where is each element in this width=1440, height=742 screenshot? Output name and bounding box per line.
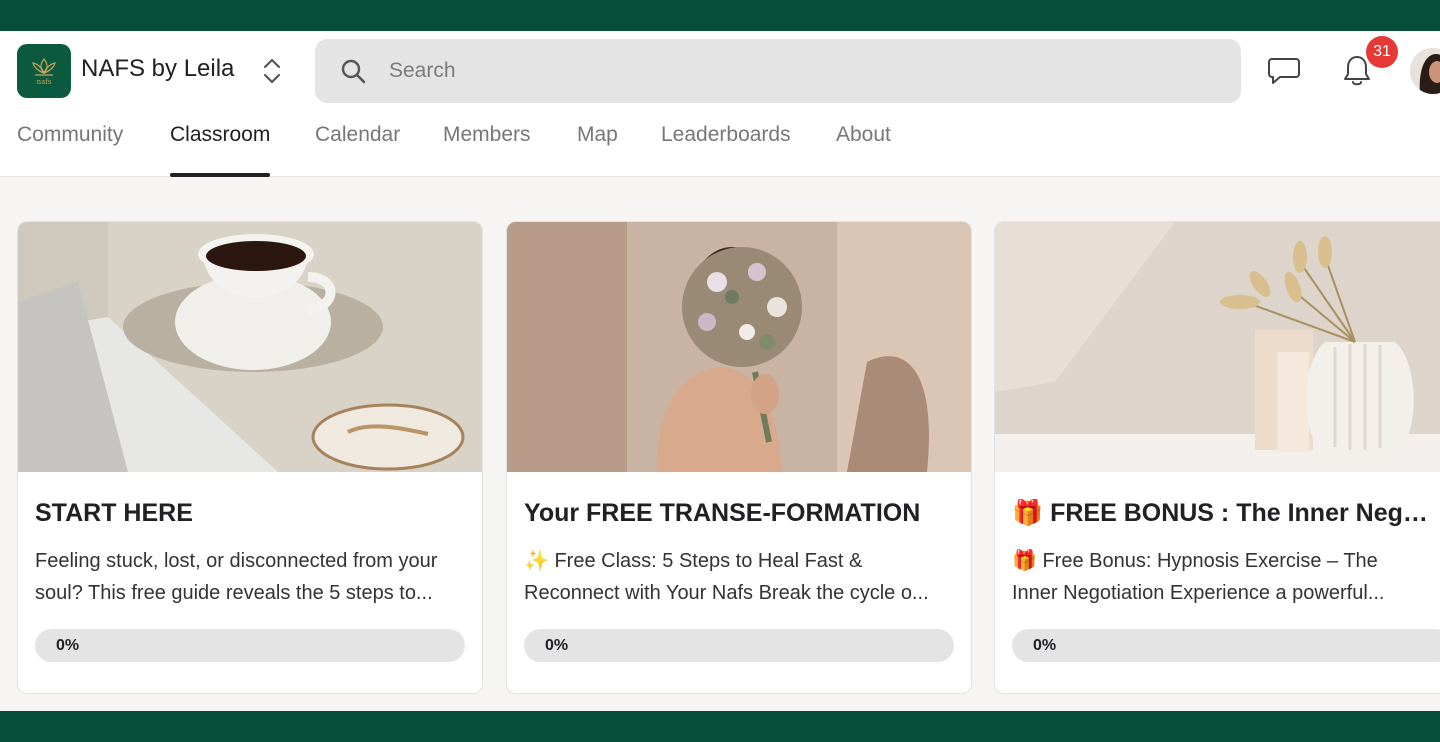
course-progress-bar: 0% <box>35 629 465 662</box>
coffee-cup-image <box>18 222 482 472</box>
course-card-free-bonus[interactable]: 🎁 FREE BONUS : The Inner Negot... 🎁 Free… <box>994 221 1440 694</box>
course-description-line: Reconnect with Your Nafs Break the cycle… <box>524 582 929 604</box>
course-progress-bar: 0% <box>524 629 954 662</box>
tab-leaderboards[interactable]: Leaderboards <box>661 123 791 177</box>
user-photo <box>1410 48 1440 94</box>
user-avatar[interactable] <box>1410 48 1440 94</box>
course-description: 🎁 Free Bonus: Hypnosis Exercise – The In… <box>1012 545 1422 609</box>
tab-classroom[interactable]: Classroom <box>170 123 271 177</box>
course-title: 🎁 FREE BONUS : The Inner Negot... <box>1012 499 1437 527</box>
bottom-frame-band <box>0 711 1440 742</box>
community-name[interactable]: NAFS by Leila <box>81 55 234 83</box>
course-card-free-transe-formation[interactable]: Your FREE TRANSE-FORMATION ✨ Free Class:… <box>506 221 972 694</box>
chat-icon[interactable] <box>1267 55 1301 87</box>
course-description-line: ✨ Free Class: 5 Steps to Heal Fast & <box>524 550 863 572</box>
search-input[interactable] <box>389 59 1209 83</box>
course-description-line: soul? This free guide reveals the 5 step… <box>35 582 433 604</box>
header: nafs NAFS by Leila 31 Community Classroo… <box>0 31 1440 177</box>
tab-about[interactable]: About <box>836 123 891 177</box>
course-card-start-here[interactable]: START HERE Feeling stuck, lost, or disco… <box>17 221 483 694</box>
course-progress-bar: 0% <box>1012 629 1440 662</box>
classroom-tabs: Community Classroom Calendar Members Map… <box>0 123 1000 177</box>
tab-members[interactable]: Members <box>443 123 531 177</box>
chevron-up-down-icon[interactable] <box>260 55 284 87</box>
notification-count-badge: 31 <box>1366 36 1398 68</box>
svg-text:nafs: nafs <box>37 78 52 86</box>
tab-map[interactable]: Map <box>577 123 618 177</box>
woman-flowers-image <box>507 222 971 472</box>
course-progress-label: 0% <box>56 637 80 654</box>
course-description-line: Feeling stuck, lost, or disconnected fro… <box>35 550 438 572</box>
course-description: Feeling stuck, lost, or disconnected fro… <box>35 545 467 609</box>
course-progress-label: 0% <box>545 637 569 654</box>
dried-flowers-vase-image <box>995 222 1440 472</box>
search-icon <box>341 59 366 84</box>
top-frame-band <box>0 0 1440 31</box>
course-description: ✨ Free Class: 5 Steps to Heal Fast & Rec… <box>524 545 956 609</box>
lotus-icon: nafs <box>32 58 56 86</box>
course-description-line: 🎁 Free Bonus: Hypnosis Exercise – The <box>1012 550 1378 572</box>
course-description-line: Inner Negotiation Experience a powerful.… <box>1012 582 1385 604</box>
community-logo[interactable]: nafs <box>17 44 71 98</box>
tab-community[interactable]: Community <box>17 123 123 177</box>
tab-calendar[interactable]: Calendar <box>315 123 400 177</box>
search-bar[interactable] <box>315 39 1241 103</box>
course-title: START HERE <box>35 499 193 527</box>
course-progress-label: 0% <box>1033 637 1057 654</box>
course-title: Your FREE TRANSE-FORMATION <box>524 499 921 527</box>
